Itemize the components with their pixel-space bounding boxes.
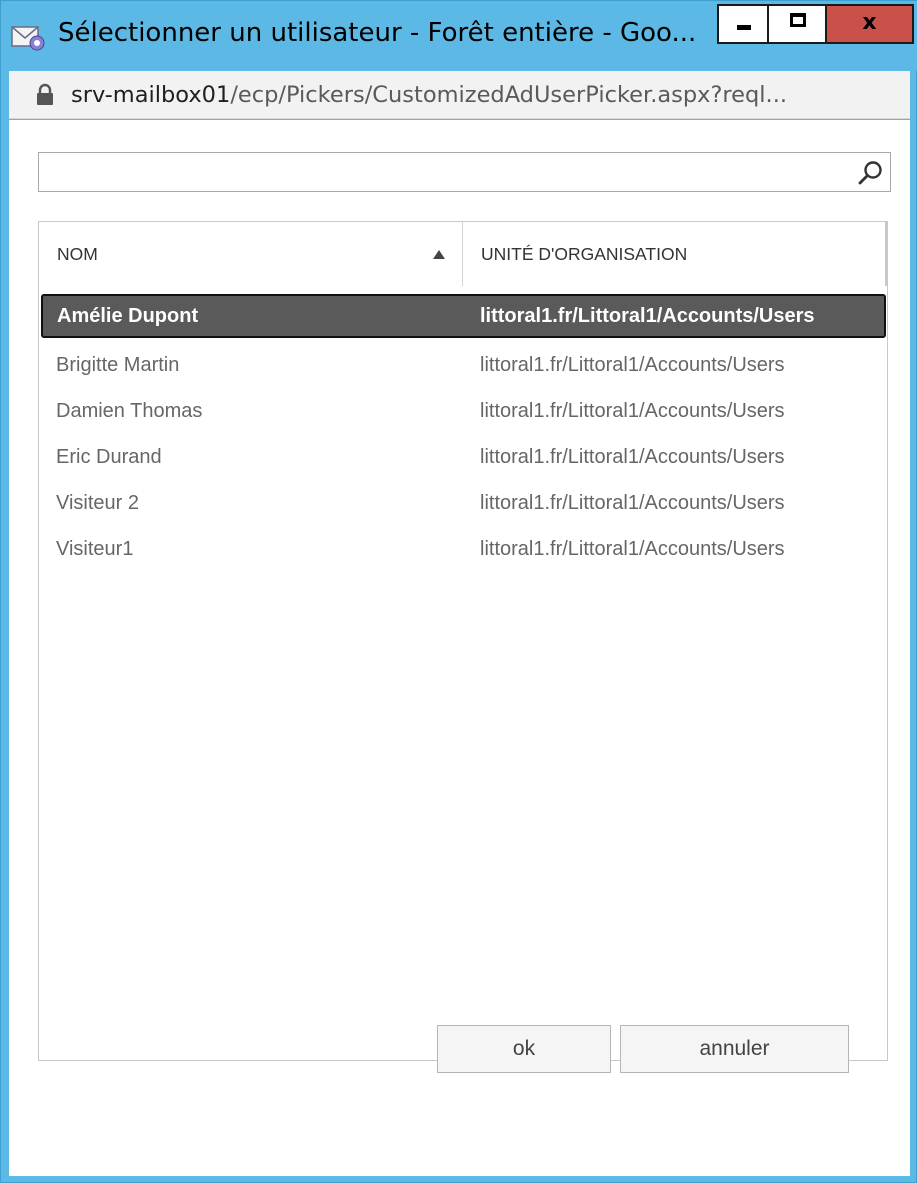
minimize-icon bbox=[737, 25, 751, 30]
url-text[interactable]: srv-mailbox01/ecp/Pickers/CustomizedAdUs… bbox=[71, 79, 901, 111]
user-ou: littoral1.fr/Littoral1/Accounts/Users bbox=[480, 400, 785, 422]
minimize-button[interactable] bbox=[717, 4, 769, 44]
user-name: Eric Durand bbox=[56, 446, 162, 468]
user-name: Visiteur 2 bbox=[56, 492, 140, 514]
sort-ascending-icon bbox=[433, 250, 445, 259]
list-item[interactable]: Eric Durand littoral1.fr/Littoral1/Accou… bbox=[40, 434, 886, 480]
search-input[interactable] bbox=[39, 153, 849, 191]
list-item[interactable]: Visiteur 2 littoral1.fr/Littoral1/Accoun… bbox=[40, 480, 886, 526]
title-bar[interactable]: Sélectionner un utilisateur - Forêt enti… bbox=[1, 1, 917, 71]
column-header-label: UNITÉ D'ORGANISATION bbox=[481, 244, 688, 264]
user-name: Brigitte Martin bbox=[56, 354, 180, 376]
list-item[interactable]: Damien Thomas littoral1.fr/Littoral1/Acc… bbox=[40, 388, 886, 434]
lock-icon bbox=[37, 83, 53, 105]
maximize-button[interactable] bbox=[769, 4, 827, 44]
list-item-selected[interactable]: Amélie Dupont littoral1.fr/Littoral1/Acc… bbox=[41, 294, 886, 338]
dialog-content: NOM UNITÉ D'ORGANISATION Amélie Dupont l… bbox=[9, 120, 910, 1176]
cancel-button[interactable]: annuler bbox=[620, 1025, 849, 1073]
picker-window: Sélectionner un utilisateur - Forêt enti… bbox=[0, 0, 917, 1183]
user-name: Damien Thomas bbox=[56, 400, 203, 422]
column-header-ou[interactable]: UNITÉ D'ORGANISATION bbox=[463, 222, 887, 286]
user-ou: littoral1.fr/Littoral1/Accounts/Users bbox=[480, 446, 785, 468]
search-icon[interactable] bbox=[857, 159, 885, 187]
user-ou: littoral1.fr/Littoral1/Accounts/Users bbox=[480, 492, 785, 514]
user-ou: littoral1.fr/Littoral1/Accounts/Users bbox=[480, 538, 785, 560]
list-header: NOM UNITÉ D'ORGANISATION bbox=[39, 222, 887, 286]
list-item[interactable]: Brigitte Martin littoral1.fr/Littoral1/A… bbox=[40, 342, 886, 388]
mail-picker-icon bbox=[11, 26, 45, 51]
url-host: srv-mailbox01 bbox=[71, 82, 231, 108]
window-title: Sélectionner un utilisateur - Forêt enti… bbox=[58, 18, 697, 48]
list-item[interactable]: Visiteur1 littoral1.fr/Littoral1/Account… bbox=[40, 526, 886, 572]
maximize-icon bbox=[790, 13, 806, 27]
user-ou: littoral1.fr/Littoral1/Accounts/Users bbox=[480, 305, 815, 327]
close-icon: x bbox=[862, 10, 877, 35]
user-name: Amélie Dupont bbox=[57, 305, 199, 327]
user-name: Visiteur1 bbox=[56, 538, 134, 560]
column-header-label: NOM bbox=[57, 244, 98, 264]
user-list[interactable]: NOM UNITÉ D'ORGANISATION Amélie Dupont l… bbox=[38, 221, 888, 1061]
user-ou: littoral1.fr/Littoral1/Accounts/Users bbox=[480, 354, 785, 376]
column-header-nom[interactable]: NOM bbox=[39, 222, 463, 286]
address-bar[interactable]: srv-mailbox01/ecp/Pickers/CustomizedAdUs… bbox=[9, 71, 910, 119]
search-box[interactable] bbox=[38, 152, 891, 192]
ok-button[interactable]: ok bbox=[437, 1025, 611, 1073]
url-path: /ecp/Pickers/CustomizedAdUserPicker.aspx… bbox=[230, 82, 787, 108]
close-button[interactable]: x bbox=[827, 4, 914, 44]
